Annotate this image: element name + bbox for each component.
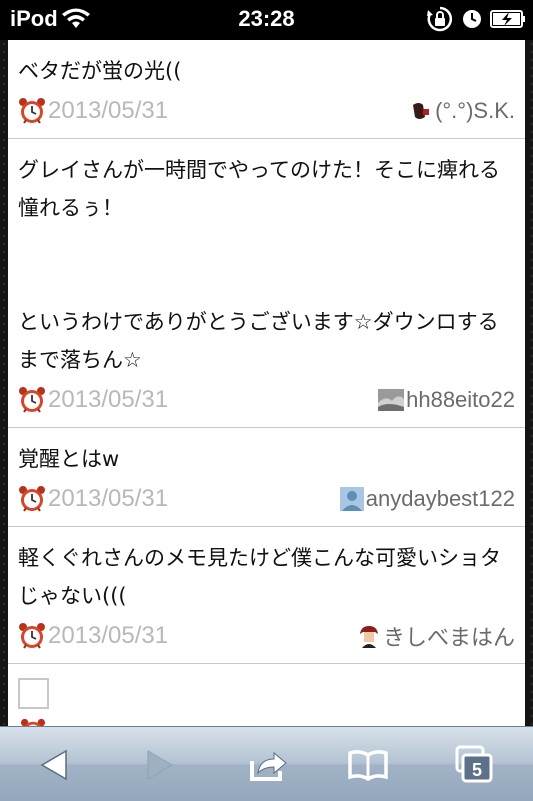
post-username[interactable]: きしべまはん <box>383 620 515 652</box>
post-user-group[interactable]: (°.°)S.K. <box>409 96 515 126</box>
browser-toolbar <box>0 726 533 801</box>
clock-time: 23:28 <box>238 6 295 31</box>
post-date-group: 2013/05/31 <box>18 385 168 415</box>
default-user-avatar[interactable] <box>339 487 364 511</box>
status-bar: iPod 23:28 <box>0 0 533 40</box>
post-feed[interactable]: ベタだが蛍の光(( 2013/05/31 (°.°)S.K. グレイさんが一時間… <box>8 40 525 726</box>
post-user-group[interactable]: きしべまはん <box>356 620 515 652</box>
post-username[interactable]: hh88eito22 <box>406 387 515 413</box>
post-item[interactable]: 覚醒とはw 2013/05/31 anydaybest122 <box>8 428 525 527</box>
share-icon[interactable] <box>248 745 288 785</box>
post-item[interactable]: ベタだが蛍の光(( 2013/05/31 (°.°)S.K. <box>8 40 525 139</box>
rotation-lock-icon <box>427 6 453 32</box>
post-text: ベタだが蛍の光(( <box>18 59 182 83</box>
tabs-icon[interactable] <box>455 745 495 785</box>
alarm-clock-icon <box>19 387 45 413</box>
forward-icon[interactable] <box>138 745 178 785</box>
back-icon[interactable] <box>36 745 76 785</box>
post-meta: 2013/05/31 きしべまはん <box>18 615 515 663</box>
user-avatar[interactable] <box>378 389 405 411</box>
post-meta: 2013/05/31 (°.°)S.K. <box>18 90 515 138</box>
post-date: 2013/05/31 <box>48 622 169 649</box>
post-date-group: 2013/05/31 <box>18 96 168 126</box>
post-date: 2013/05/31 <box>48 97 169 124</box>
post-username[interactable]: anydaybest122 <box>366 486 515 512</box>
alarm-clock-icon <box>19 486 45 512</box>
post-user-group[interactable]: anydaybest122 <box>339 484 515 514</box>
bookmarks-icon[interactable] <box>348 745 388 785</box>
post-meta: 2013/05/31 anydaybest122 <box>18 478 515 526</box>
post-user-group[interactable]: hh88eito22 <box>378 385 515 415</box>
user-avatar[interactable] <box>356 624 381 648</box>
battery-charging-icon <box>490 10 525 28</box>
alarm-icon <box>463 10 481 28</box>
post-item[interactable]: 軽くぐれさんのメモ見たけど僕こんな可愛いショタじゃない((( 2013/05/3… <box>8 527 525 664</box>
user-avatar[interactable] <box>409 99 434 123</box>
post-meta: 2013/05/31 hh88eito22 <box>18 379 515 427</box>
alarm-clock-icon <box>20 718 46 726</box>
post-text: 軽くぐれさんのメモ見たけど僕こんな可愛いショタじゃない((( <box>18 546 501 608</box>
post-date-group: 2013/05/31 <box>18 484 168 514</box>
post-text: 覚醒とはw <box>18 447 120 471</box>
post-date: 2013/05/31 <box>48 386 169 413</box>
alarm-clock-icon <box>19 623 45 649</box>
post-username[interactable]: (°.°)S.K. <box>435 98 515 124</box>
post-date: 2013/05/31 <box>48 485 169 512</box>
post-date-group: 2013/05/31 <box>18 621 168 651</box>
select-checkbox[interactable] <box>18 678 49 709</box>
alarm-clock-icon <box>19 98 45 124</box>
post-item[interactable]: グレイさんが一時間でやってのけた！そこに痺れる憧れるぅ！ というわけでありがとう… <box>8 139 525 428</box>
post-text: グレイさんが一時間でやってのけた！そこに痺れる憧れるぅ！ というわけでありがとう… <box>18 158 500 372</box>
